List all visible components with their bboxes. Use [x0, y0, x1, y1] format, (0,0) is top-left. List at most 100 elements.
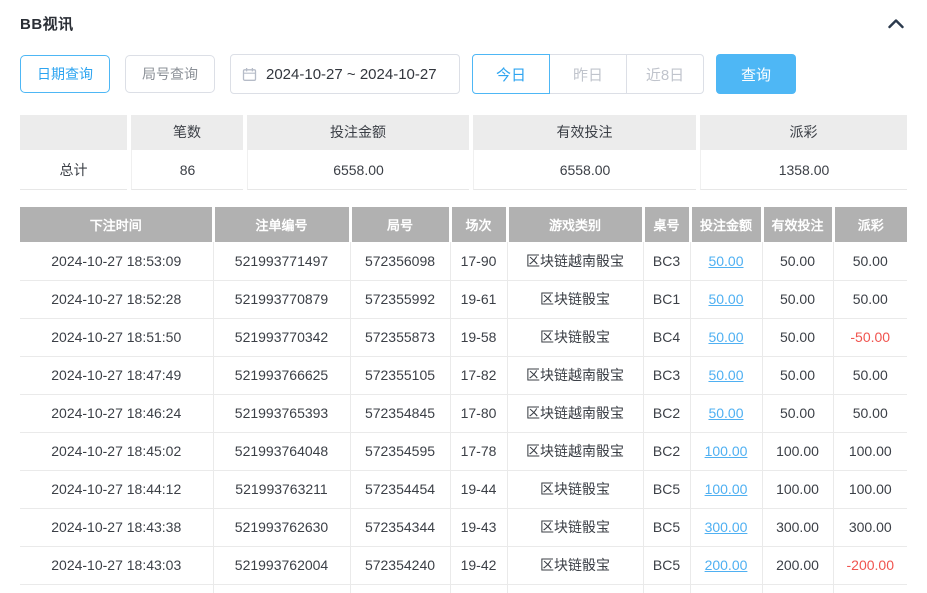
summary-total-bet-amount: 6558.00	[247, 150, 469, 190]
bet-amount-link[interactable]: 50.00	[708, 291, 743, 307]
table-row: 2024-10-27 18:53:09521993771497572356098…	[20, 242, 907, 280]
bet-amount-link[interactable]: 100.00	[705, 443, 748, 459]
cell-bet-id: 521993771497	[213, 242, 350, 280]
bet-amount-link[interactable]: 50.00	[708, 329, 743, 345]
collapse-button[interactable]	[885, 14, 907, 32]
cell-table-no: BC2	[643, 432, 690, 470]
quick-range-last8days[interactable]: 近8日	[626, 54, 704, 94]
cell-bet-time: 2024-10-27 18:43:03	[20, 546, 213, 584]
cell-bet-id: 521993770342	[213, 318, 350, 356]
cell-session	[450, 584, 507, 593]
page-title: BB视讯	[20, 13, 74, 34]
col-header-table-no: 桌号	[643, 207, 690, 242]
cell-round-id: 572354595	[350, 432, 450, 470]
cell-bet-id: 521993762004	[213, 546, 350, 584]
bet-amount-link[interactable]: 50.00	[708, 405, 743, 421]
cell-bet-time: 2024-10-27 18:52:28	[20, 280, 213, 318]
cell-table-no: BC1	[643, 280, 690, 318]
bet-amount-link[interactable]: 100.00	[705, 481, 748, 497]
summary-total-valid-bet: 6558.00	[473, 150, 696, 190]
cell-game-type: 区块链越南骰宝	[507, 394, 643, 432]
cell-table-no: BC2	[643, 394, 690, 432]
cell-payout: 50.00	[833, 280, 907, 318]
summary-header-row: 笔数 投注金额 有效投注 派彩	[20, 115, 907, 150]
cell-valid-bet: 200.00	[762, 546, 833, 584]
cell-session: 17-80	[450, 394, 507, 432]
cell-game-type: 区块链骰宝	[507, 280, 643, 318]
cell-bet-time: 2024-10-27 18:53:09	[20, 242, 213, 280]
cell-table-no: BC5	[643, 546, 690, 584]
cell-bet-amount: 50.00	[690, 242, 762, 280]
cell-round-id: 572356098	[350, 242, 450, 280]
cell-bet-amount: 300.00	[690, 508, 762, 546]
cell-bet-time: 2024-10-27 18:45:02	[20, 432, 213, 470]
cell-payout: 50.00	[833, 356, 907, 394]
summary-header-count: 笔数	[131, 115, 243, 150]
quick-range-yesterday[interactable]: 昨日	[549, 54, 627, 94]
summary-total-payout: 1358.00	[700, 150, 907, 190]
col-header-payout: 派彩	[833, 207, 907, 242]
col-header-session: 场次	[450, 207, 507, 242]
table-row-partial	[20, 584, 907, 593]
cell-session: 19-43	[450, 508, 507, 546]
cell-round-id: 572354454	[350, 470, 450, 508]
table-row: 2024-10-27 18:43:03521993762004572354240…	[20, 546, 907, 584]
table-row: 2024-10-27 18:45:02521993764048572354595…	[20, 432, 907, 470]
table-row: 2024-10-27 18:47:49521993766625572355105…	[20, 356, 907, 394]
cell-round-id: 572355992	[350, 280, 450, 318]
quick-range-group: 今日 昨日 近8日	[472, 54, 704, 94]
cell-game-type: 区块链越南骰宝	[507, 356, 643, 394]
cell-bet-id: 521993763211	[213, 470, 350, 508]
summary-total-count: 86	[131, 150, 243, 190]
cell-bet-amount: 200.00	[690, 546, 762, 584]
cell-game-type: 区块链越南骰宝	[507, 242, 643, 280]
search-button[interactable]: 查询	[716, 54, 796, 94]
cell-round-id: 572355873	[350, 318, 450, 356]
table-row: 2024-10-27 18:52:28521993770879572355992…	[20, 280, 907, 318]
cell-game-type: 区块链骰宝	[507, 470, 643, 508]
cell-bet-amount	[690, 584, 762, 593]
cell-bet-time	[20, 584, 213, 593]
date-range-picker[interactable]: 2024-10-27 ~ 2024-10-27	[230, 54, 460, 94]
cell-bet-id	[213, 584, 350, 593]
cell-valid-bet: 300.00	[762, 508, 833, 546]
col-header-bet-time: 下注时间	[20, 207, 213, 242]
cell-session: 19-44	[450, 470, 507, 508]
date-query-tab[interactable]: 日期查询	[20, 55, 110, 93]
cell-bet-amount: 100.00	[690, 432, 762, 470]
cell-session: 19-42	[450, 546, 507, 584]
bet-table-body: 2024-10-27 18:53:09521993771497572356098…	[20, 242, 907, 593]
bet-amount-link[interactable]: 200.00	[705, 557, 748, 573]
cell-payout: -50.00	[833, 318, 907, 356]
cell-bet-amount: 50.00	[690, 318, 762, 356]
col-header-bet-amount: 投注金额	[690, 207, 762, 242]
cell-valid-bet: 100.00	[762, 470, 833, 508]
bet-amount-link[interactable]: 50.00	[708, 367, 743, 383]
bet-records-table: 下注时间 注单编号 局号 场次 游戏类别 桌号 投注金额 有效投注 派彩 202…	[20, 207, 907, 593]
cell-round-id: 572354344	[350, 508, 450, 546]
bet-amount-link[interactable]: 300.00	[705, 519, 748, 535]
quick-range-today[interactable]: 今日	[472, 54, 550, 94]
cell-valid-bet: 50.00	[762, 280, 833, 318]
cell-bet-id: 521993764048	[213, 432, 350, 470]
cell-bet-amount: 50.00	[690, 280, 762, 318]
table-row: 2024-10-27 18:43:38521993762630572354344…	[20, 508, 907, 546]
cell-bet-amount: 50.00	[690, 394, 762, 432]
cell-valid-bet: 50.00	[762, 242, 833, 280]
round-query-tab[interactable]: 局号查询	[125, 55, 215, 93]
cell-table-no: BC5	[643, 508, 690, 546]
summary-header-valid-bet: 有效投注	[473, 115, 696, 150]
cell-payout	[833, 584, 907, 593]
col-header-round-id: 局号	[350, 207, 450, 242]
panel-header: BB视讯	[20, 12, 907, 34]
cell-session: 19-61	[450, 280, 507, 318]
cell-payout: 100.00	[833, 470, 907, 508]
cell-round-id: 572354845	[350, 394, 450, 432]
bet-amount-link[interactable]: 50.00	[708, 253, 743, 269]
bet-table-header-row: 下注时间 注单编号 局号 场次 游戏类别 桌号 投注金额 有效投注 派彩	[20, 207, 907, 242]
bb-video-panel: BB视讯 日期查询 局号查询 2024-10-27 ~ 2024-10-27	[0, 0, 927, 593]
cell-game-type: 区块链骰宝	[507, 508, 643, 546]
filter-bar: 日期查询 局号查询 2024-10-27 ~ 2024-10-27 今日 昨日 …	[20, 54, 907, 94]
cell-table-no	[643, 584, 690, 593]
cell-table-no: BC5	[643, 470, 690, 508]
